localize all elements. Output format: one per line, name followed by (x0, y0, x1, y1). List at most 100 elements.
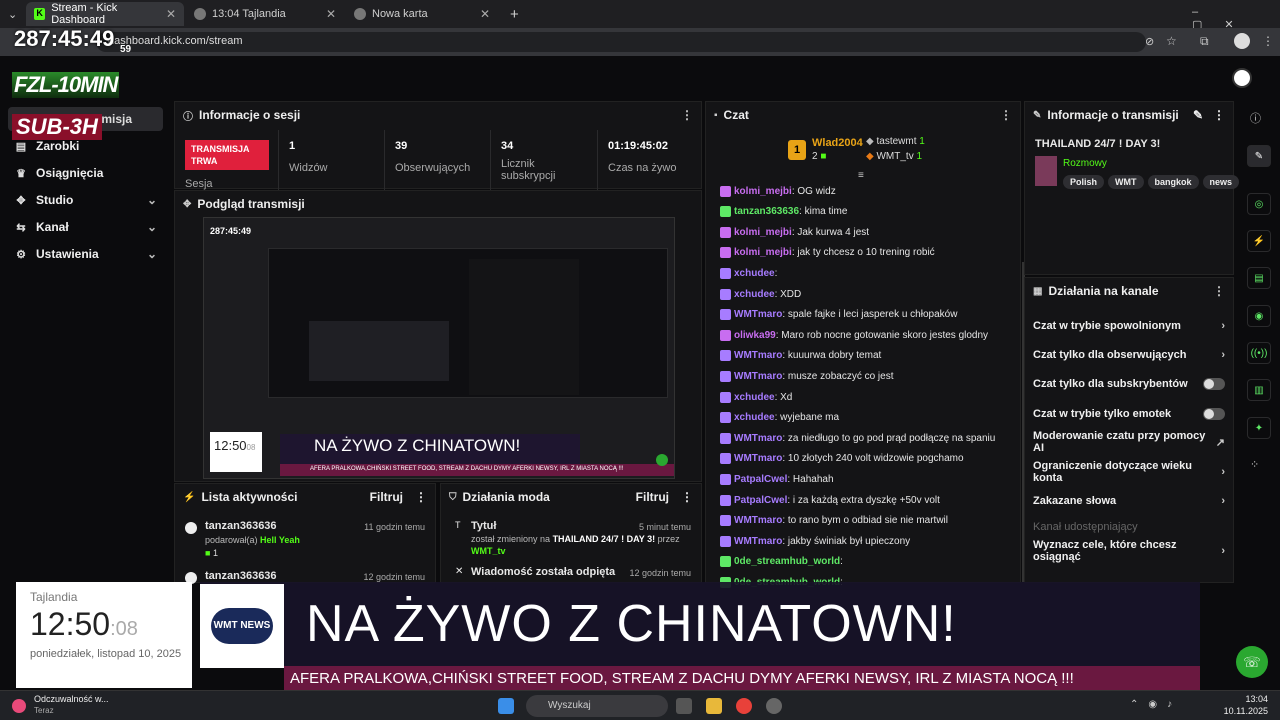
user-avatar[interactable] (1232, 68, 1252, 88)
apps-icon[interactable]: ⁘ (1250, 458, 1259, 471)
chrome-taskbar-icon[interactable] (736, 698, 752, 714)
chat-username[interactable]: tanzan363636 (734, 206, 799, 217)
profile-avatar[interactable] (1234, 33, 1250, 49)
filter-button[interactable]: Filtruj (370, 490, 403, 504)
followers-only-row[interactable]: Czat tylko dla obserwujących › (1033, 341, 1225, 369)
chevron-right-icon: › (1221, 320, 1225, 332)
info-icon[interactable]: ⓘ (1250, 110, 1261, 126)
chat-username[interactable]: xchudee (734, 289, 775, 300)
chat-username[interactable]: WMTmaro (734, 309, 782, 320)
chat-badge-icon (720, 535, 731, 547)
stream-timer: 287:45:49 (14, 26, 114, 52)
close-tab-icon[interactable]: ✕ (480, 7, 490, 21)
chrome-icon (354, 8, 366, 20)
chat-username[interactable]: xchudee (734, 412, 775, 423)
camera-rail-icon[interactable]: ◎ (1247, 193, 1271, 215)
goals-row[interactable]: Wyznacz cele, które chcesz osiągnąć › (1033, 537, 1225, 565)
extensions-icon[interactable]: ⧉ (1200, 34, 1209, 49)
chat-username[interactable]: oliwka99 (734, 330, 776, 341)
chat-username[interactable]: WMTmaro (734, 350, 782, 361)
tab-kick-dashboard[interactable]: K Stream - Kick Dashboard ✕ (26, 2, 184, 26)
system-tray-icons[interactable]: ⌃◉♪ (1130, 699, 1182, 710)
chat-text: : musze zobaczyć co jest (782, 370, 894, 382)
more-icon[interactable]: ⋮ (681, 108, 693, 122)
wrench-rail-icon[interactable]: ✦ (1247, 417, 1271, 439)
browser-menu-icon[interactable]: ⋮ (1262, 34, 1274, 48)
chat-username[interactable]: PatpalCwel (734, 474, 787, 485)
chat-username[interactable]: WMTmaro (734, 433, 782, 444)
support-button[interactable]: ☏ (1236, 646, 1268, 678)
file-explorer-icon[interactable] (706, 698, 722, 714)
sidebar-item-studio[interactable]: ✥ Studio ⌄ (8, 188, 163, 212)
rank-value: 1 (793, 144, 801, 156)
chat-username[interactable]: 0de_streamhub_world (734, 556, 840, 567)
chat-badge-icon (720, 226, 731, 238)
panel-title: Informacje o transmisji (1047, 108, 1179, 122)
close-tab-icon[interactable]: ✕ (326, 7, 336, 21)
wrench-icon: ✎ (1033, 109, 1042, 121)
filter-button[interactable]: Filtruj (636, 490, 669, 504)
windows-start-icon[interactable] (498, 698, 514, 714)
sidebar-item-kanal[interactable]: ⇆ Kanał ⌄ (8, 215, 163, 239)
subs-only-toggle[interactable] (1203, 378, 1225, 390)
more-icon[interactable]: ⋮ (681, 490, 693, 504)
notif-title[interactable]: Odczuwalność w... (34, 694, 109, 704)
more-icon[interactable]: ⋮ (415, 490, 427, 504)
layout-rail-icon[interactable]: ▥ (1247, 379, 1271, 401)
doc-rail-icon[interactable]: ▤ (1247, 267, 1271, 289)
new-tab-button[interactable]: + (502, 2, 522, 26)
camera-off-icon[interactable]: ⊘ (1145, 35, 1154, 48)
rank-icon: ◆ (866, 136, 874, 147)
chat-text: : XDD (774, 288, 802, 300)
top-gifter-user: tastewmt (876, 136, 917, 147)
kick-icon (185, 522, 197, 534)
sidebar-item-ustawienia[interactable]: ⚙ Ustawienia ⌄ (8, 242, 163, 266)
more-icon[interactable]: ⋮ (1000, 108, 1012, 122)
chevron-down-icon: ⌄ (146, 193, 157, 207)
chat-username[interactable]: WMTmaro (734, 371, 782, 382)
account-age-row[interactable]: Ograniczenie dotyczące wieku konta › (1033, 458, 1225, 486)
chat-username[interactable]: xchudee (734, 392, 775, 403)
bookmark-star-icon[interactable]: ☆ (1166, 34, 1177, 48)
category-link[interactable]: Rozmowy (1063, 158, 1107, 169)
task-view-icon[interactable] (676, 698, 692, 714)
obs-taskbar-icon[interactable] (766, 698, 782, 714)
more-icon[interactable]: ⋮ (1213, 284, 1225, 298)
chat-rail-icon[interactable]: ◉ (1247, 305, 1271, 327)
slow-mode-row[interactable]: Czat w trybie spowolnionym › (1033, 312, 1225, 340)
chat-username[interactable]: kolmi_mejbi (734, 247, 792, 258)
chat-username[interactable]: PatpalCwel (734, 495, 787, 506)
lightning-rail-icon[interactable]: ⚡ (1247, 230, 1271, 252)
chat-username[interactable]: WMTmaro (734, 515, 782, 526)
ai-moderation-row[interactable]: Moderowanie czatu przy pomocy AI ↗ (1033, 428, 1225, 456)
activity-time: 12 godzin temu (363, 572, 425, 582)
clock-city: Tajlandia (30, 590, 78, 604)
preview-nested-chat (469, 259, 579, 395)
edit-icon[interactable]: ✎ (1193, 108, 1203, 122)
chat-message: oliwka99: Maro rob nocne gotowanie skoro… (720, 326, 1010, 344)
banned-words-row[interactable]: Zakazane słowa › (1033, 487, 1225, 515)
session-header: ⓘ Informacje o sesji ⋮ (175, 102, 701, 128)
chat-username[interactable]: WMTmaro (734, 536, 782, 547)
chat-badge-icon (720, 453, 731, 465)
tab-tajlandia[interactable]: 13:04 Tajlandia ✕ (186, 2, 344, 26)
emote-only-toggle[interactable] (1203, 408, 1225, 420)
chat-username[interactable]: WMTmaro (734, 453, 782, 464)
address-bar[interactable]: dashboard.kick.com/stream (96, 32, 1146, 52)
panel-title: Działania na kanale (1048, 284, 1159, 298)
expand-icon[interactable]: ≡ (858, 170, 864, 181)
chat-username[interactable]: kolmi_mejbi (734, 186, 792, 197)
info-header: ✎ Informacje o transmisji ✎ ⋮ (1025, 102, 1233, 128)
sidebar-item-osiagniecia[interactable]: ♛ Osiągnięcia (8, 161, 163, 185)
chat-username[interactable]: kolmi_mejbi (734, 227, 792, 238)
stream-preview-video[interactable]: 287:45:49 12:5008 NA ŻYWO Z CHINATOWN! A… (203, 217, 675, 479)
tab-new-tab[interactable]: Nowa karta ✕ (346, 2, 498, 26)
close-tab-icon[interactable]: ✕ (166, 7, 176, 21)
broadcast-rail-icon[interactable]: ((•)) (1247, 342, 1271, 364)
edit-rail-icon[interactable]: ✎ (1247, 145, 1271, 167)
tag: Polish (1063, 175, 1105, 189)
taskbar-search[interactable]: Wyszukaj (526, 695, 668, 717)
more-icon[interactable]: ⋮ (1213, 108, 1225, 122)
chat-username[interactable]: xchudee (734, 268, 775, 279)
tab-list-button[interactable]: ⌄ (4, 2, 24, 26)
